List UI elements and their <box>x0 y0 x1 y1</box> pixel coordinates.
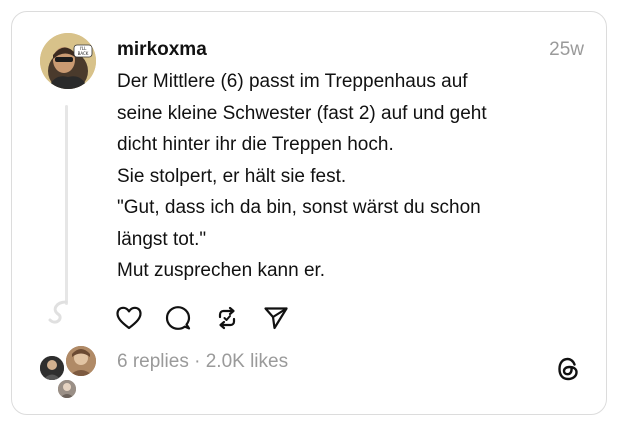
post-body-line: "Gut, dass ich da bin, sonst wärst du sc… <box>117 197 481 218</box>
post-body: Der Mittlere (6) passt im Treppenhaus au… <box>117 66 577 287</box>
avatar-image: I'LL BACK <box>40 33 96 89</box>
post-body-line: dicht hinter ihr die Treppen hoch. <box>117 134 394 155</box>
thread-line <box>65 105 68 305</box>
repost-icon <box>218 306 236 330</box>
replies-count[interactable]: 6 replies <box>117 351 189 372</box>
comment-icon <box>165 306 191 330</box>
heart-icon <box>116 306 142 330</box>
post-body-line: seine kleine Schwester (fast 2) auf und … <box>117 102 487 124</box>
post-timestamp[interactable]: 25w <box>549 38 584 62</box>
reply-button[interactable] <box>164 304 192 332</box>
post-stats: 6 replies · 2.0K likes <box>117 350 288 374</box>
author-avatar[interactable]: I'LL BACK <box>40 33 96 89</box>
post-body-line: längst tot." <box>117 228 207 250</box>
post-actions <box>115 304 311 332</box>
svg-text:BACK: BACK <box>78 51 89 56</box>
likes-count[interactable]: 2.0K likes <box>206 351 288 372</box>
send-icon <box>264 307 288 330</box>
post-body-line: Sie stolpert, er hält sie fest. <box>117 165 347 187</box>
threads-logo-icon[interactable] <box>555 356 581 382</box>
reply-avatars[interactable] <box>36 344 102 402</box>
reply-avatar <box>56 378 78 400</box>
post-body-line: Mut zusprechen kann er. <box>117 260 326 281</box>
post-username[interactable]: mirkoxma <box>117 38 207 62</box>
share-button[interactable] <box>262 304 290 332</box>
like-button[interactable] <box>115 304 143 332</box>
reply-avatar <box>38 354 66 382</box>
repost-button[interactable] <box>213 304 241 332</box>
thread-curl-icon <box>48 300 68 324</box>
reply-avatar <box>64 344 98 378</box>
stats-separator: · <box>194 351 201 372</box>
post-body-line: Der Mittlere (6) passt im Treppenhaus au… <box>117 71 468 92</box>
